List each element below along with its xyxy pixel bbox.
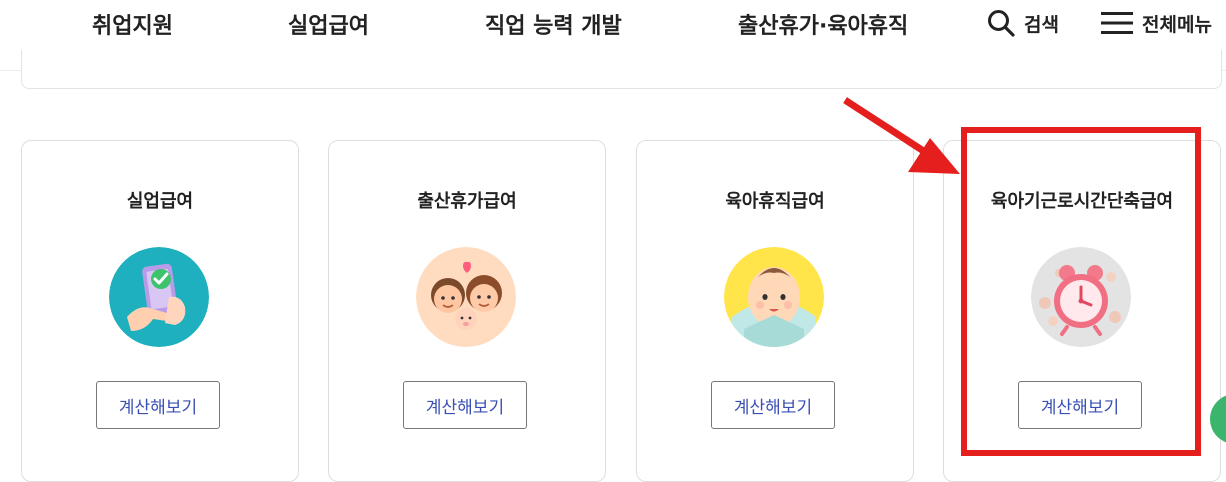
nav-item-job-skills[interactable]: 직업 능력 개발 — [485, 8, 622, 40]
previous-section-box — [21, 50, 1222, 89]
calculate-button[interactable]: 계산해보기 — [96, 381, 220, 429]
all-menu-label: 전체메뉴 — [1142, 13, 1212, 36]
calculate-button[interactable]: 계산해보기 — [403, 381, 527, 429]
nav-item-employment-support[interactable]: 취업지원 — [92, 8, 173, 40]
phone-checkmark-illustration-icon — [109, 247, 209, 347]
search-icon — [986, 8, 1016, 38]
card-reduced-working-hours-benefit: 육아기근로시간단축급여 계산해보기 — [943, 140, 1221, 482]
card-parental-leave-benefit: 육아휴직급여 계산해보기 — [636, 140, 914, 482]
nav-item-unemployment-benefit[interactable]: 실업급여 — [288, 8, 369, 40]
card-maternity-leave-benefit: 출산휴가급여 계산해보기 — [328, 140, 606, 482]
baby-illustration-icon — [724, 247, 824, 347]
calculate-button[interactable]: 계산해보기 — [1018, 381, 1142, 429]
search-label: 검색 — [1024, 13, 1059, 36]
card-title: 실업급여 — [126, 191, 194, 212]
search-button[interactable]: 검색 — [986, 6, 1059, 40]
card-title: 육아기근로시간단축급여 — [990, 191, 1174, 212]
card-title: 육아휴직급여 — [725, 191, 825, 212]
calculate-button[interactable]: 계산해보기 — [711, 381, 835, 429]
card-unemployment-benefit: 실업급여 계산해보기 — [21, 140, 299, 482]
family-illustration-icon — [416, 247, 516, 347]
hamburger-menu-icon — [1100, 10, 1134, 36]
card-title: 출산휴가급여 — [417, 191, 517, 212]
nav-item-maternity-parental-leave[interactable]: 출산휴가·육아휴직 — [738, 8, 908, 40]
all-menu-button[interactable]: 전체메뉴 — [1100, 6, 1212, 40]
alarm-clock-illustration-icon — [1031, 247, 1131, 347]
